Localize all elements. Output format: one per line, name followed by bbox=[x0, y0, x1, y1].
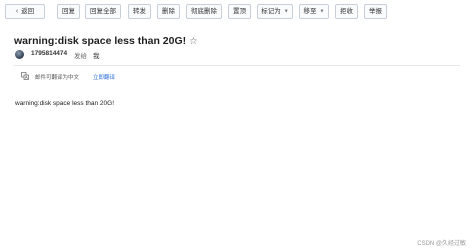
forward-button-label: 转发 bbox=[133, 8, 146, 15]
forward-button[interactable]: 转发 bbox=[128, 4, 151, 19]
mail-toolbar: ‹ 返回 回复 回复全部 转发 删除 彻底删除 置顶 标记为 ▼ 移至 ▼ 拒收 举报 bbox=[0, 0, 474, 23]
email-subject-row: warning:disk space less than 20G! ☆ bbox=[14, 31, 198, 47]
chevron-down-icon: ▼ bbox=[283, 8, 289, 15]
chevron-left-icon: ‹ bbox=[15, 8, 19, 15]
watermark: CSDN @久经过敏 bbox=[417, 241, 466, 247]
pin-button-label: 置顶 bbox=[233, 8, 246, 15]
move-to-dropdown-label: 移至 bbox=[303, 8, 317, 15]
reply-button-label: 回复 bbox=[62, 8, 75, 15]
avatar[interactable] bbox=[15, 50, 24, 59]
back-button-label: 返回 bbox=[21, 8, 35, 15]
permanent-delete-button[interactable]: 彻底删除 bbox=[186, 4, 222, 19]
delete-button[interactable]: 删除 bbox=[157, 4, 180, 19]
email-subject: warning:disk space less than 20G! bbox=[14, 35, 187, 47]
email-body: warning:disk space less than 20G! bbox=[15, 100, 114, 107]
sender-name[interactable]: 1795814474 bbox=[31, 50, 67, 57]
sent-to-label: 发给 bbox=[74, 53, 87, 60]
reject-button[interactable]: 拒收 bbox=[335, 4, 358, 19]
chevron-down-icon: ▼ bbox=[319, 8, 325, 15]
reject-button-label: 拒收 bbox=[340, 8, 353, 15]
pin-button[interactable]: 置顶 bbox=[228, 4, 251, 19]
permanent-delete-button-label: 彻底删除 bbox=[191, 8, 217, 15]
reply-button[interactable]: 回复 bbox=[57, 4, 80, 19]
report-button-label: 举报 bbox=[369, 8, 382, 15]
move-to-dropdown[interactable]: 移至 ▼ bbox=[299, 4, 329, 19]
reply-all-button[interactable]: 回复全部 bbox=[85, 4, 121, 19]
header-divider bbox=[14, 65, 460, 66]
reply-all-button-label: 回复全部 bbox=[90, 8, 116, 15]
mark-as-dropdown[interactable]: 标记为 ▼ bbox=[257, 4, 293, 19]
translate-icon bbox=[21, 72, 29, 80]
translate-notice: 邮件可翻译为中文 bbox=[35, 75, 80, 81]
star-icon[interactable]: ☆ bbox=[189, 36, 198, 47]
report-button[interactable]: 举报 bbox=[364, 4, 387, 19]
translate-now-link[interactable]: 立即翻译 bbox=[93, 73, 115, 81]
delete-button-label: 删除 bbox=[162, 8, 175, 15]
back-button[interactable]: ‹ 返回 bbox=[5, 4, 45, 19]
mark-as-dropdown-label: 标记为 bbox=[261, 8, 281, 15]
recipient-name[interactable]: 我 bbox=[93, 50, 100, 60]
